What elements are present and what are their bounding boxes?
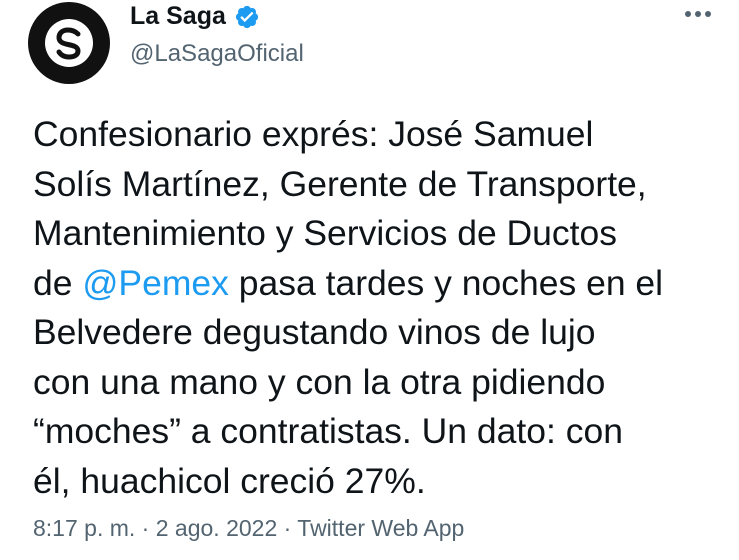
verified-badge-icon [234,4,260,30]
la-saga-logo-icon [45,19,93,67]
tweet-text-line: Confesionario exprés: José Samuel [33,114,594,154]
tweet-text-line: “moches” a contratistas. Un dato: con [33,411,623,451]
tweet-source-app[interactable]: Twitter Web App [297,515,464,541]
tweet-text-line: Belvedere degustando vinos de lujo [33,312,596,352]
tweet-time[interactable]: 8:17 p. m. [33,515,135,541]
avatar[interactable] [28,2,110,84]
meta-separator: · [141,515,150,541]
tweet-text-line: Mantenimiento y Servicios de Ductos [33,213,618,253]
mention-link-pemex[interactable]: @Pemex [82,263,229,303]
tweet-text: Confesionario exprés: José Samuel Solís … [33,110,723,506]
meta-separator: · [283,515,292,541]
tweet-text-fragment: pasa tardes y noches en el [228,262,664,303]
tweet-text-line: él, huachicol creció 27%. [33,460,426,501]
author-display-name[interactable]: La Saga [130,2,226,31]
tweet-text-line: de @Pemex pasa tardes y noches en el [33,259,723,309]
author-handle[interactable]: @LaSagaOficial [130,40,304,68]
tweet-card: La Saga @LaSagaOficial Confesionario exp… [0,0,739,560]
author-name-row: La Saga [130,2,260,31]
more-options-icon[interactable] [676,2,720,26]
tweet-date[interactable]: 2 ago. 2022 [156,515,278,541]
tweet-text-line: con una mano y con la otra pidiendo [33,361,606,402]
tweet-text-fragment: de [33,262,83,303]
tweet-text-line: Solís Martínez, Gerente de Transporte, [33,163,647,204]
tweet-metadata: 8:17 p. m. · 2 ago. 2022 · Twitter Web A… [33,515,464,542]
